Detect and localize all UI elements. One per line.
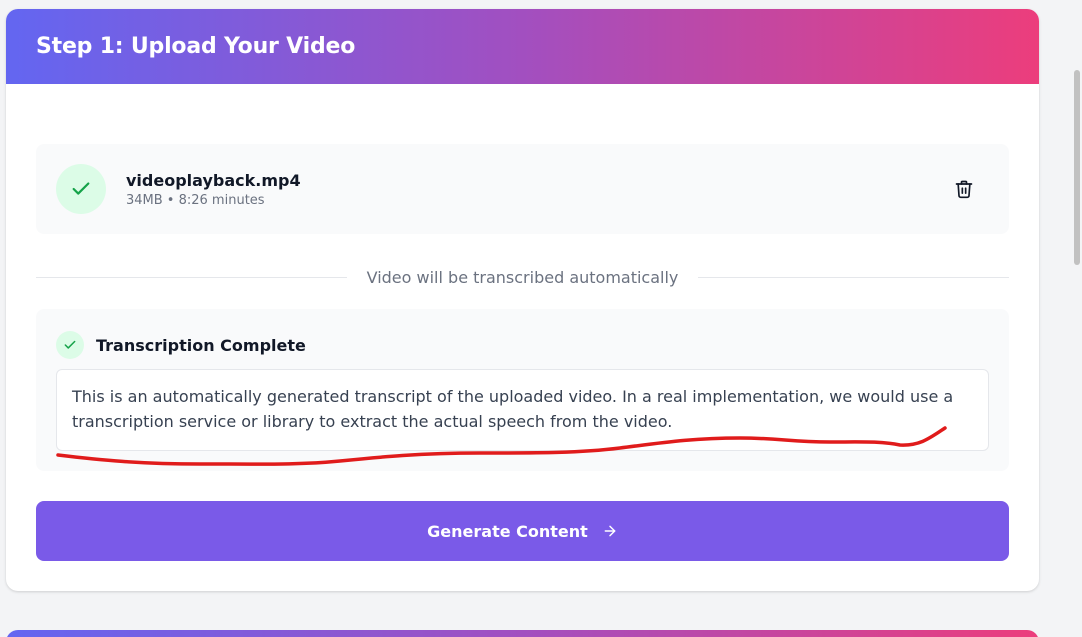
file-name: videoplayback.mp4	[126, 170, 301, 190]
file-info: videoplayback.mp4 34MB • 8:26 minutes	[126, 171, 301, 208]
divider-line-left	[36, 276, 347, 278]
check-icon	[56, 164, 106, 214]
page: Step 1: Upload Your Video videoplayback.…	[0, 0, 1082, 637]
upload-card: Step 1: Upload Your Video videoplayback.…	[6, 9, 1039, 591]
file-meta: 34MB • 8:26 minutes	[126, 192, 265, 208]
trash-icon	[955, 180, 973, 199]
scrollbar-thumb[interactable]	[1074, 70, 1080, 265]
delete-file-button[interactable]	[953, 177, 975, 201]
check-icon	[56, 331, 84, 359]
generate-content-button[interactable]: Generate Content	[36, 501, 1009, 561]
auto-transcribe-divider: Video will be transcribed automatically	[36, 265, 1009, 289]
divider-line-right	[698, 276, 1009, 278]
next-step-card-header	[6, 630, 1039, 637]
vertical-scrollbar[interactable]	[1072, 0, 1082, 637]
transcription-title: Transcription Complete	[96, 335, 306, 355]
uploaded-file-row: videoplayback.mp4 34MB • 8:26 minutes	[36, 144, 1009, 234]
transcription-header: Transcription Complete	[56, 331, 306, 359]
generate-content-label: Generate Content	[427, 521, 588, 541]
transcript-text[interactable]: This is an automatically generated trans…	[56, 369, 989, 451]
card-header: Step 1: Upload Your Video	[6, 9, 1039, 84]
arrow-right-icon	[602, 523, 618, 539]
card-title: Step 1: Upload Your Video	[36, 34, 356, 59]
divider-text: Video will be transcribed automatically	[366, 267, 679, 287]
transcription-panel: Transcription Complete This is an automa…	[36, 309, 1009, 471]
